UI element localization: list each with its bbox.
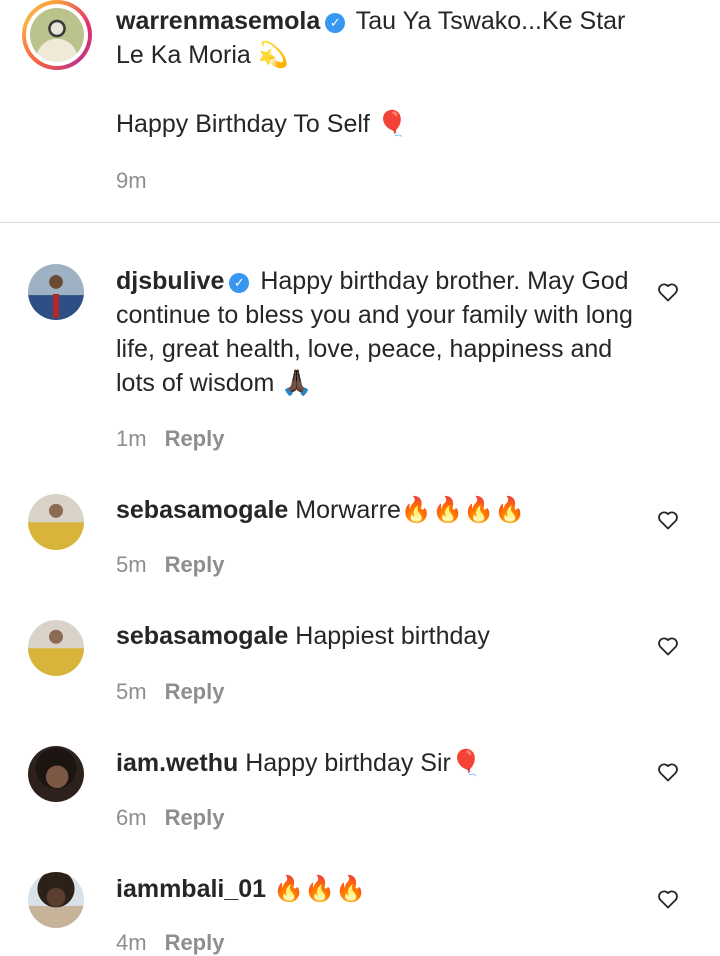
comment-username[interactable]: sebasamogale: [116, 496, 288, 524]
reply-button[interactable]: Reply: [165, 805, 225, 830]
comment-meta: 5m Reply: [116, 679, 224, 705]
comment-timestamp: 5m: [116, 679, 147, 704]
comment-text: sebasamogale Morwarre🔥🔥🔥🔥: [116, 493, 646, 527]
commenter-avatar[interactable]: [28, 264, 84, 320]
heart-outline-icon[interactable]: [656, 887, 680, 911]
commenter-avatar[interactable]: [28, 746, 84, 802]
reply-button[interactable]: Reply: [165, 930, 225, 955]
divider: [0, 222, 720, 223]
comment-username[interactable]: iammbali_01: [116, 875, 266, 903]
comment-username[interactable]: sebasamogale: [116, 622, 288, 650]
comment-text: djsbulive ✓ Happy birthday brother. May G…: [116, 264, 646, 400]
post-caption: warrenmasemola ✓ Tau Ya Tswako...Ke Star …: [0, 0, 720, 223]
caption-line-2: Le Ka Moria: [116, 41, 251, 69]
commenter-avatar[interactable]: [28, 620, 84, 676]
reply-button[interactable]: Reply: [165, 552, 225, 577]
heart-outline-icon[interactable]: [656, 634, 680, 658]
comment-body: Happy birthday Sir🎈: [245, 749, 482, 777]
comment-body: 🔥🔥🔥: [273, 875, 367, 903]
comment-text: sebasamogale Happiest birthday: [116, 619, 646, 653]
caption-author-avatar[interactable]: [22, 0, 92, 70]
balloon-icon: 🎈: [376, 109, 408, 138]
verified-badge-icon: ✓: [229, 273, 250, 293]
comment-username[interactable]: djsbulive: [116, 267, 224, 295]
comment-timestamp: 6m: [116, 805, 147, 830]
comment-timestamp: 5m: [116, 552, 147, 577]
comment-meta: 4m Reply: [116, 930, 224, 956]
caption-username[interactable]: warrenmasemola: [116, 7, 320, 35]
caption-timestamp: 9m: [116, 168, 147, 193]
comment-body: Morwarre🔥🔥🔥🔥: [295, 496, 526, 524]
reply-button[interactable]: Reply: [165, 426, 225, 451]
caption-line-3: Happy Birthday To Self: [116, 110, 370, 138]
heart-outline-icon[interactable]: [656, 280, 680, 304]
commenter-avatar[interactable]: [28, 872, 84, 928]
comment-timestamp: 1m: [116, 426, 147, 451]
comment-text: iammbali_01 🔥🔥🔥: [116, 872, 646, 906]
avatar-image: [30, 8, 84, 62]
sparkle-icon: 💫: [257, 40, 289, 69]
heart-outline-icon[interactable]: [656, 508, 680, 532]
comment-meta: 1m Reply: [116, 426, 224, 452]
comment-timestamp: 4m: [116, 930, 147, 955]
verified-badge-icon: ✓: [325, 13, 346, 33]
heart-outline-icon[interactable]: [656, 760, 680, 784]
caption-line-1: Tau Ya Tswako...Ke Star: [355, 7, 626, 35]
commenter-avatar[interactable]: [28, 494, 84, 550]
comment-body: Happiest birthday: [295, 622, 490, 650]
reply-button[interactable]: Reply: [165, 679, 225, 704]
comment-meta: 5m Reply: [116, 552, 224, 578]
comment-meta: 6m Reply: [116, 805, 224, 831]
caption-line-3-row: Happy Birthday To Self 🎈: [116, 107, 646, 141]
comment-text: iam.wethu Happy birthday Sir🎈: [116, 746, 646, 780]
comment-username[interactable]: iam.wethu: [116, 749, 238, 777]
caption-text: warrenmasemola ✓ Tau Ya Tswako...Ke Star …: [116, 4, 646, 72]
